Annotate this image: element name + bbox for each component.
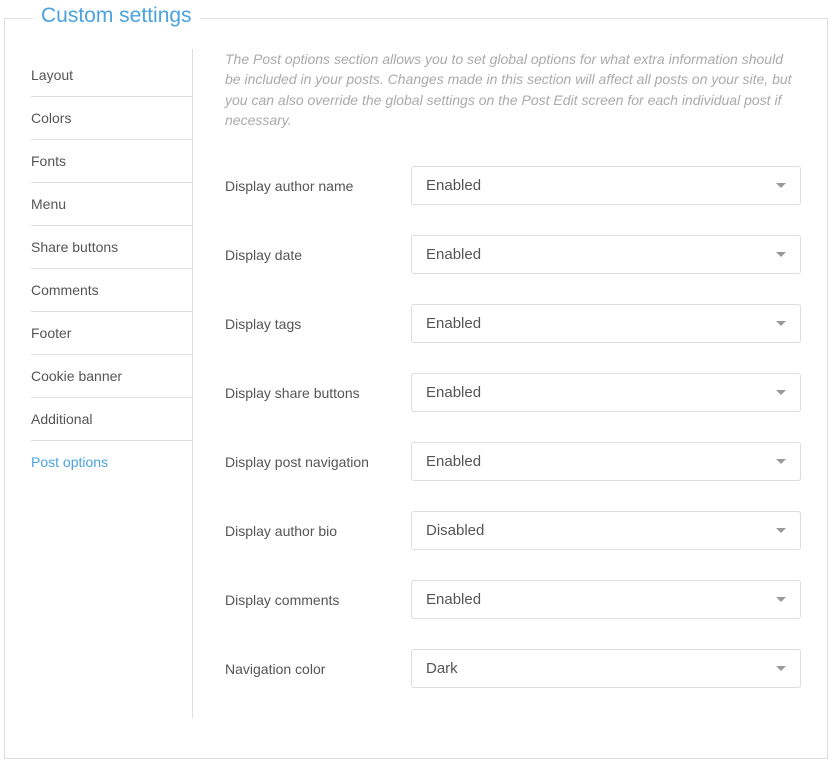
form-label-display-author-name: Display author name (225, 178, 411, 194)
form-row-display-tags: Display tags Enabled (225, 304, 801, 343)
form-row-display-date: Display date Enabled (225, 235, 801, 274)
select-wrap-navigation-color: Dark (411, 649, 801, 688)
section-description: The Post options section allows you to s… (225, 49, 801, 130)
select-display-tags[interactable]: Enabled (411, 304, 801, 343)
form-row-display-post-navigation: Display post navigation Enabled (225, 442, 801, 481)
select-display-author-name[interactable]: Enabled (411, 166, 801, 205)
sidebar-item-comments[interactable]: Comments (31, 269, 192, 312)
sidebar-item-label: Layout (31, 67, 73, 83)
form-label-display-share-buttons: Display share buttons (225, 385, 411, 401)
form-label-display-post-navigation: Display post navigation (225, 454, 411, 470)
select-wrap-display-date: Enabled (411, 235, 801, 274)
chevron-down-icon (776, 183, 786, 188)
sidebar-item-label: Cookie banner (31, 368, 122, 384)
sidebar-item-label: Share buttons (31, 239, 118, 255)
select-value: Enabled (426, 246, 481, 263)
chevron-down-icon (776, 390, 786, 395)
form-label-display-comments: Display comments (225, 592, 411, 608)
select-display-date[interactable]: Enabled (411, 235, 801, 274)
sidebar-item-label: Footer (31, 325, 71, 341)
sidebar-item-footer[interactable]: Footer (31, 312, 192, 355)
panel-title: Custom settings (33, 4, 200, 28)
chevron-down-icon (776, 528, 786, 533)
select-display-post-navigation[interactable]: Enabled (411, 442, 801, 481)
form-row-display-author-bio: Display author bio Disabled (225, 511, 801, 550)
select-wrap-display-share-buttons: Enabled (411, 373, 801, 412)
form-row-display-comments: Display comments Enabled (225, 580, 801, 619)
sidebar-item-colors[interactable]: Colors (31, 97, 192, 140)
chevron-down-icon (776, 252, 786, 257)
sidebar-item-fonts[interactable]: Fonts (31, 140, 192, 183)
select-value: Enabled (426, 591, 481, 608)
sidebar-item-menu[interactable]: Menu (31, 183, 192, 226)
chevron-down-icon (776, 666, 786, 671)
sidebar-item-label: Fonts (31, 153, 66, 169)
sidebar-item-label: Colors (31, 110, 71, 126)
select-display-comments[interactable]: Enabled (411, 580, 801, 619)
select-wrap-display-comments: Enabled (411, 580, 801, 619)
settings-sidebar: Layout Colors Fonts Menu Share buttons Commen… (31, 49, 193, 718)
form-label-display-tags: Display tags (225, 316, 411, 332)
select-value: Enabled (426, 177, 481, 194)
select-display-share-buttons[interactable]: Enabled (411, 373, 801, 412)
select-value: Enabled (426, 315, 481, 332)
form-label-navigation-color: Navigation color (225, 661, 411, 677)
select-value: Dark (426, 660, 458, 677)
select-wrap-display-author-bio: Disabled (411, 511, 801, 550)
sidebar-item-label: Menu (31, 196, 66, 212)
sidebar-item-share-buttons[interactable]: Share buttons (31, 226, 192, 269)
select-value: Disabled (426, 522, 484, 539)
select-value: Enabled (426, 453, 481, 470)
sidebar-item-label: Comments (31, 282, 99, 298)
select-wrap-display-post-navigation: Enabled (411, 442, 801, 481)
custom-settings-panel: Custom settings LayoutColorsFontsMenuSha… (4, 18, 828, 759)
select-display-author-bio[interactable]: Disabled (411, 511, 801, 550)
sidebar-item-layout[interactable]: Layout (31, 49, 192, 97)
sidebar-item-label: Post options (31, 454, 108, 470)
chevron-down-icon (776, 459, 786, 464)
sidebar-item-cookie-banner[interactable]: Cookie banner (31, 355, 192, 398)
form-row-display-author-name: Display author name Enabled (225, 166, 801, 205)
sidebar-item-post-options[interactable]: Post options (31, 441, 192, 483)
chevron-down-icon (776, 321, 786, 326)
select-wrap-display-author-name: Enabled (411, 166, 801, 205)
form-label-display-date: Display date (225, 247, 411, 263)
chevron-down-icon (776, 597, 786, 602)
select-value: Enabled (426, 384, 481, 401)
sidebar-item-label: Additional (31, 411, 93, 427)
form-label-display-author-bio: Display author bio (225, 523, 411, 539)
form-row-navigation-color: Navigation color Dark (225, 649, 801, 688)
settings-main: The Post options section allows you to s… (225, 49, 801, 718)
select-navigation-color[interactable]: Dark (411, 649, 801, 688)
select-wrap-display-tags: Enabled (411, 304, 801, 343)
sidebar-item-additional[interactable]: Additional (31, 398, 192, 441)
panel-content: Layout Colors Fonts Menu Share buttons Commen… (31, 49, 801, 718)
form-row-display-share-buttons: Display share buttons Enabled (225, 373, 801, 412)
